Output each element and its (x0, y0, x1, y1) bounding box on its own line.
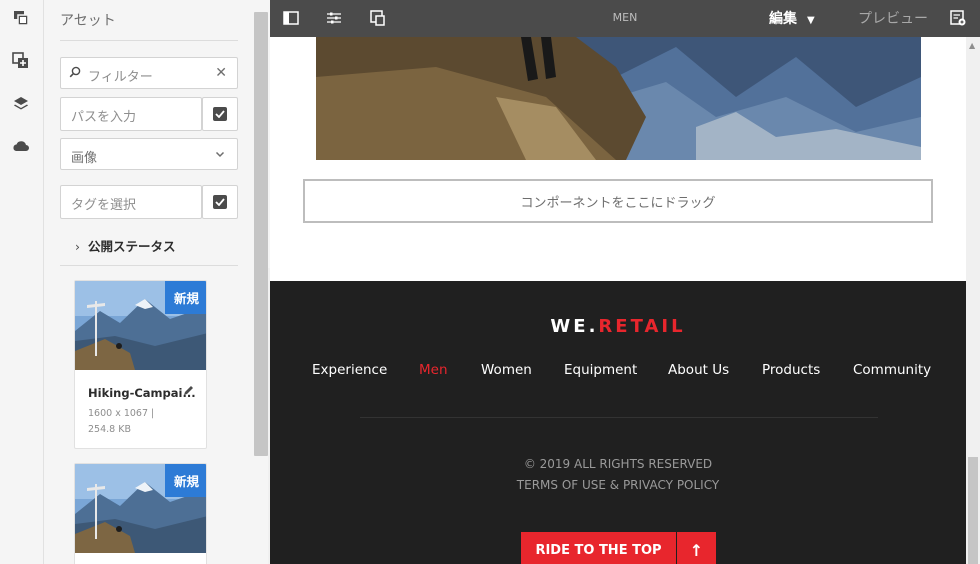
footer-nav-experience[interactable]: Experience (312, 362, 387, 378)
path-checkbox[interactable] (202, 97, 238, 131)
layers-icon[interactable] (10, 94, 32, 114)
scroll-thumb[interactable] (968, 457, 978, 564)
cloud-icon[interactable] (10, 136, 32, 156)
panel-title: アセット (60, 13, 116, 29)
preview-button[interactable]: プレビュー (858, 8, 928, 28)
publish-status-toggle[interactable]: › 公開ステータス (75, 236, 176, 255)
canvas-scrollbar[interactable]: ▲ (966, 37, 980, 564)
chevron-right-icon: › (75, 239, 80, 254)
page-canvas: コンポーネントをここにドラッグ WE.RETAIL Experience Men… (270, 37, 966, 564)
footer-nav-equipment[interactable]: Equipment (564, 362, 637, 378)
search-icon (69, 66, 81, 82)
assets-panel: アセット フィルター ✕ パスを入力 画像 タグを選択 › 公開ステータス 新規… (45, 0, 282, 564)
checkmark-icon (213, 195, 227, 209)
asset-type-select[interactable]: 画像 (60, 138, 238, 170)
chevron-down-icon: ▼ (807, 15, 815, 26)
editor-toolbar: MEN 編集 ▼ プレビュー (270, 0, 980, 37)
logo-accent: RETAIL (598, 316, 686, 337)
divider (60, 265, 238, 266)
component-dropzone[interactable]: コンポーネントをここにドラッグ (303, 179, 933, 223)
asset-meta: 1600 x 1067 | 254.8 KB (88, 408, 155, 435)
footer-nav-about-us[interactable]: About Us (668, 362, 729, 378)
edit-mode-dropdown[interactable]: 編集 ▼ (769, 8, 815, 28)
ride-to-top-button[interactable]: RIDE TO THE TOP (521, 532, 676, 564)
panel-scrollbar[interactable] (254, 12, 268, 456)
asset-card[interactable]: 新規 (74, 463, 207, 564)
components-icon[interactable] (10, 51, 32, 71)
path-input[interactable]: パスを入力 (60, 97, 202, 131)
copyright-text: © 2019 ALL RIGHTS RESERVED (523, 457, 713, 471)
site-footer: WE.RETAIL Experience Men Women Equipment… (270, 281, 966, 564)
footer-divider (360, 417, 878, 418)
side-rail (0, 0, 44, 564)
asset-name: Hiking-Campai... (88, 386, 196, 400)
annotations-icon[interactable] (948, 8, 968, 28)
asset-thumbnail: 新規 (75, 281, 206, 370)
divider (60, 40, 238, 41)
clear-icon[interactable]: ✕ (215, 65, 227, 81)
chevron-down-icon (215, 148, 225, 163)
checkmark-icon (213, 107, 227, 121)
footer-nav-community[interactable]: Community (853, 362, 931, 378)
logo-main: WE. (550, 316, 599, 337)
new-badge: 新規 (165, 464, 206, 497)
terms-link[interactable]: TERMS OF USE & PRIVACY POLICY (270, 478, 966, 492)
filter-input[interactable]: フィルター ✕ (60, 57, 238, 89)
hero-image[interactable] (316, 37, 921, 160)
we-retail-logo[interactable]: WE.RETAIL (270, 316, 966, 337)
edit-icon[interactable] (183, 385, 194, 400)
footer-nav-men[interactable]: Men (419, 362, 448, 378)
footer-nav-products[interactable]: Products (762, 362, 820, 378)
asset-thumbnail: 新規 (75, 464, 206, 553)
tag-placeholder: タグを選択 (71, 198, 137, 213)
new-badge: 新規 (165, 281, 206, 314)
tag-checkbox[interactable] (202, 185, 238, 219)
asset-card[interactable]: 新規 Hiking-Campai... 1600 x 1067 | 254.8 … (74, 280, 207, 449)
footer-nav-women[interactable]: Women (481, 362, 532, 378)
tag-input[interactable]: タグを選択 (60, 185, 202, 219)
edit-mode-label: 編集 (769, 11, 797, 27)
asset-type-value: 画像 (71, 151, 98, 166)
filter-placeholder: フィルター (88, 70, 153, 85)
asset-finder-icon[interactable] (10, 8, 32, 28)
arrow-up-icon[interactable]: ↑ (677, 532, 716, 564)
path-placeholder: パスを入力 (71, 110, 137, 125)
scroll-up-icon[interactable]: ▲ (969, 41, 975, 50)
publish-status-label: 公開ステータス (88, 239, 176, 254)
